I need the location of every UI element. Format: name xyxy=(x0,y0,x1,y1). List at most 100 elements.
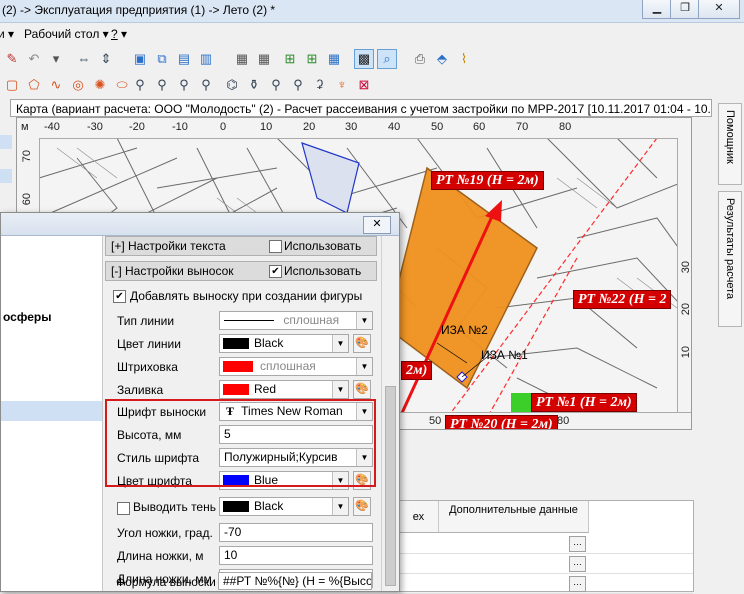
grid-icon[interactable]: ▦ xyxy=(254,49,274,69)
x-tick-bottom: 50 xyxy=(429,415,442,427)
formula-label-bottom: Формула выноски xyxy=(116,575,216,589)
rt20-label[interactable]: РТ №20 (Н = 2м) xyxy=(445,415,558,429)
dialog-scrollbar[interactable] xyxy=(381,236,399,591)
rt-partial-label[interactable]: 2м) xyxy=(401,361,433,380)
maximize-button[interactable]: ❐ xyxy=(670,0,700,19)
shadow-checkbox[interactable] xyxy=(117,502,130,515)
iza2-label[interactable]: ИЗА №2 xyxy=(441,323,488,337)
chevron-down-icon[interactable]: ▼ xyxy=(332,472,348,489)
circle-icon[interactable]: ◎ xyxy=(68,75,88,95)
ellipsis-button[interactable]: … xyxy=(569,536,586,552)
add-grid-icon[interactable]: ⊞ xyxy=(280,49,300,69)
curve-icon[interactable]: ∿ xyxy=(46,75,66,95)
palette-icon[interactable]: 🎨 xyxy=(353,334,371,353)
edit-icon[interactable]: ✎ xyxy=(2,49,22,69)
iza1-label[interactable]: ИЗА №1 xyxy=(481,348,528,362)
copy-icon[interactable]: ⧉ xyxy=(152,49,172,69)
angle-input[interactable]: -70 xyxy=(219,523,373,542)
menu-item-partial[interactable]: и ▾ xyxy=(0,27,14,41)
torch-icon[interactable]: ♆ xyxy=(332,75,352,95)
chevron-down-icon[interactable]: ▼ xyxy=(356,312,372,329)
rectangle-icon[interactable]: ▢ xyxy=(2,75,22,95)
chip-icon[interactable]: ▩ xyxy=(354,49,374,69)
undo-icon[interactable]: ↶ xyxy=(24,49,44,69)
chevron-down-icon[interactable]: ▼ xyxy=(356,358,372,375)
line-type-select[interactable]: сплошная ▼ xyxy=(219,311,373,330)
chevron-down-icon[interactable]: ▼ xyxy=(356,449,372,466)
title-bar: (2) -> Эксплуатация предприятия (1) -> Л… xyxy=(0,0,744,23)
font-style-select[interactable]: Полужирный;Курсив ▼ xyxy=(219,448,373,467)
hook-icon[interactable]: ʡ xyxy=(310,75,330,95)
scrollbar-thumb[interactable] xyxy=(385,386,396,586)
palette-icon[interactable]: 🎨 xyxy=(353,497,371,516)
group-icon[interactable]: ▤ xyxy=(174,49,194,69)
text-use-checkbox[interactable] xyxy=(269,240,282,253)
len-m-input[interactable]: 10 xyxy=(219,546,373,565)
fill-select[interactable]: Red ▼ xyxy=(219,380,349,399)
callout-use-checkbox[interactable]: ✔ xyxy=(269,265,282,278)
rt1-label[interactable]: РТ №1 (Н = 2м) xyxy=(531,393,637,412)
polygon-icon[interactable]: ⬠ xyxy=(24,75,44,95)
formula-value[interactable]: ##РТ №%{№} (Н = %{Высот xyxy=(218,572,372,590)
point-icon[interactable]: ✺ xyxy=(90,75,110,95)
height-input[interactable]: 5 xyxy=(219,425,373,444)
dialog-close-button[interactable]: ✕ xyxy=(363,216,391,234)
chevron-down-icon[interactable]: ▼ xyxy=(356,403,372,420)
ellipsis-button[interactable]: … xyxy=(569,556,586,572)
palette-icon[interactable]: 🎨 xyxy=(353,380,371,399)
bucket-icon[interactable]: ⚱ xyxy=(244,75,264,95)
line-color-select[interactable]: Black ▼ xyxy=(219,334,349,353)
marker-icon[interactable]: ⚲ xyxy=(266,75,286,95)
pin3-icon[interactable]: ⚲ xyxy=(174,75,194,95)
add-row-icon[interactable]: ⊞ xyxy=(302,49,322,69)
ellipse-icon[interactable]: ⬭ xyxy=(112,75,132,95)
grid-header-col1[interactable]: ех xyxy=(399,501,439,533)
tree-item-label[interactable]: осферы xyxy=(3,310,51,324)
palette-icon[interactable]: 🎨 xyxy=(353,471,371,490)
align-icon[interactable]: ⇕ xyxy=(96,49,116,69)
dialog-title-bar[interactable]: ✕ xyxy=(1,213,399,236)
matrix-icon[interactable]: ▦ xyxy=(324,49,344,69)
chevron-down-icon[interactable]: ▼ xyxy=(332,498,348,515)
pin-icon[interactable]: ⚲ xyxy=(130,75,150,95)
hatch-select[interactable]: сплошная ▼ xyxy=(219,357,373,376)
add-callout-checkbox[interactable]: ✔ xyxy=(113,290,126,303)
shape-icon[interactable]: ⌬ xyxy=(222,75,242,95)
ruler-corner-label: м xyxy=(21,121,29,133)
table-icon[interactable]: ▦ xyxy=(232,49,252,69)
section-text-settings[interactable]: [+] Настройки текста Использовать xyxy=(105,236,377,256)
pin2-icon[interactable]: ⚲ xyxy=(152,75,172,95)
eraser-icon[interactable]: ⬘ xyxy=(432,49,452,69)
source-icon[interactable]: ⚲ xyxy=(288,75,308,95)
angle-label: Угол ножки, град. xyxy=(117,526,213,540)
font-select[interactable]: Ŧ Times New Roman ▼ xyxy=(219,402,373,421)
section-text-settings-label: [+] Настройки текста xyxy=(111,239,226,253)
ungroup-icon[interactable]: ▥ xyxy=(196,49,216,69)
ruler-icon[interactable]: ⇔ xyxy=(74,49,94,69)
chart-icon[interactable]: ⌇ xyxy=(454,49,474,69)
grid-header-col2[interactable]: Дополнительные данные xyxy=(439,501,589,533)
chevron-down-icon[interactable]: ▼ xyxy=(332,381,348,398)
fill-label: Заливка xyxy=(117,383,164,397)
section-callout-settings[interactable]: [-] Настройки выносок ✔ Использовать xyxy=(105,261,377,281)
layers-icon[interactable]: ▣ xyxy=(130,49,150,69)
tab-results[interactable]: Результаты расчета xyxy=(718,191,742,327)
minimize-button[interactable]: ▁ xyxy=(642,0,672,19)
close-window-button[interactable]: ✕ xyxy=(698,0,740,19)
chevron-down-icon[interactable]: ▼ xyxy=(332,335,348,352)
rt22-label[interactable]: РТ №22 (Н = 2 xyxy=(573,290,672,309)
color-swatch xyxy=(223,501,249,512)
magnifier-icon[interactable]: ⌕ xyxy=(377,49,397,69)
tool-icon[interactable]: ▾ xyxy=(46,49,66,69)
area-icon[interactable]: ⊠ xyxy=(354,75,374,95)
shadow-color-select[interactable]: Black ▼ xyxy=(219,497,349,516)
printer-icon[interactable]: ⎙ xyxy=(410,49,430,69)
tab-helper[interactable]: Помощник xyxy=(718,103,742,185)
menu-item-desktop[interactable]: Рабочий стол ▾ xyxy=(24,27,109,41)
menu-help-arrow[interactable]: ▾ xyxy=(121,27,127,41)
pin4-icon[interactable]: ⚲ xyxy=(196,75,216,95)
font-color-select[interactable]: Blue ▼ xyxy=(219,471,349,490)
menu-item-help[interactable]: ? xyxy=(111,27,118,41)
tree-item-selected[interactable] xyxy=(1,401,102,421)
rt19-label[interactable]: РТ №19 (Н = 2м) xyxy=(431,171,544,190)
